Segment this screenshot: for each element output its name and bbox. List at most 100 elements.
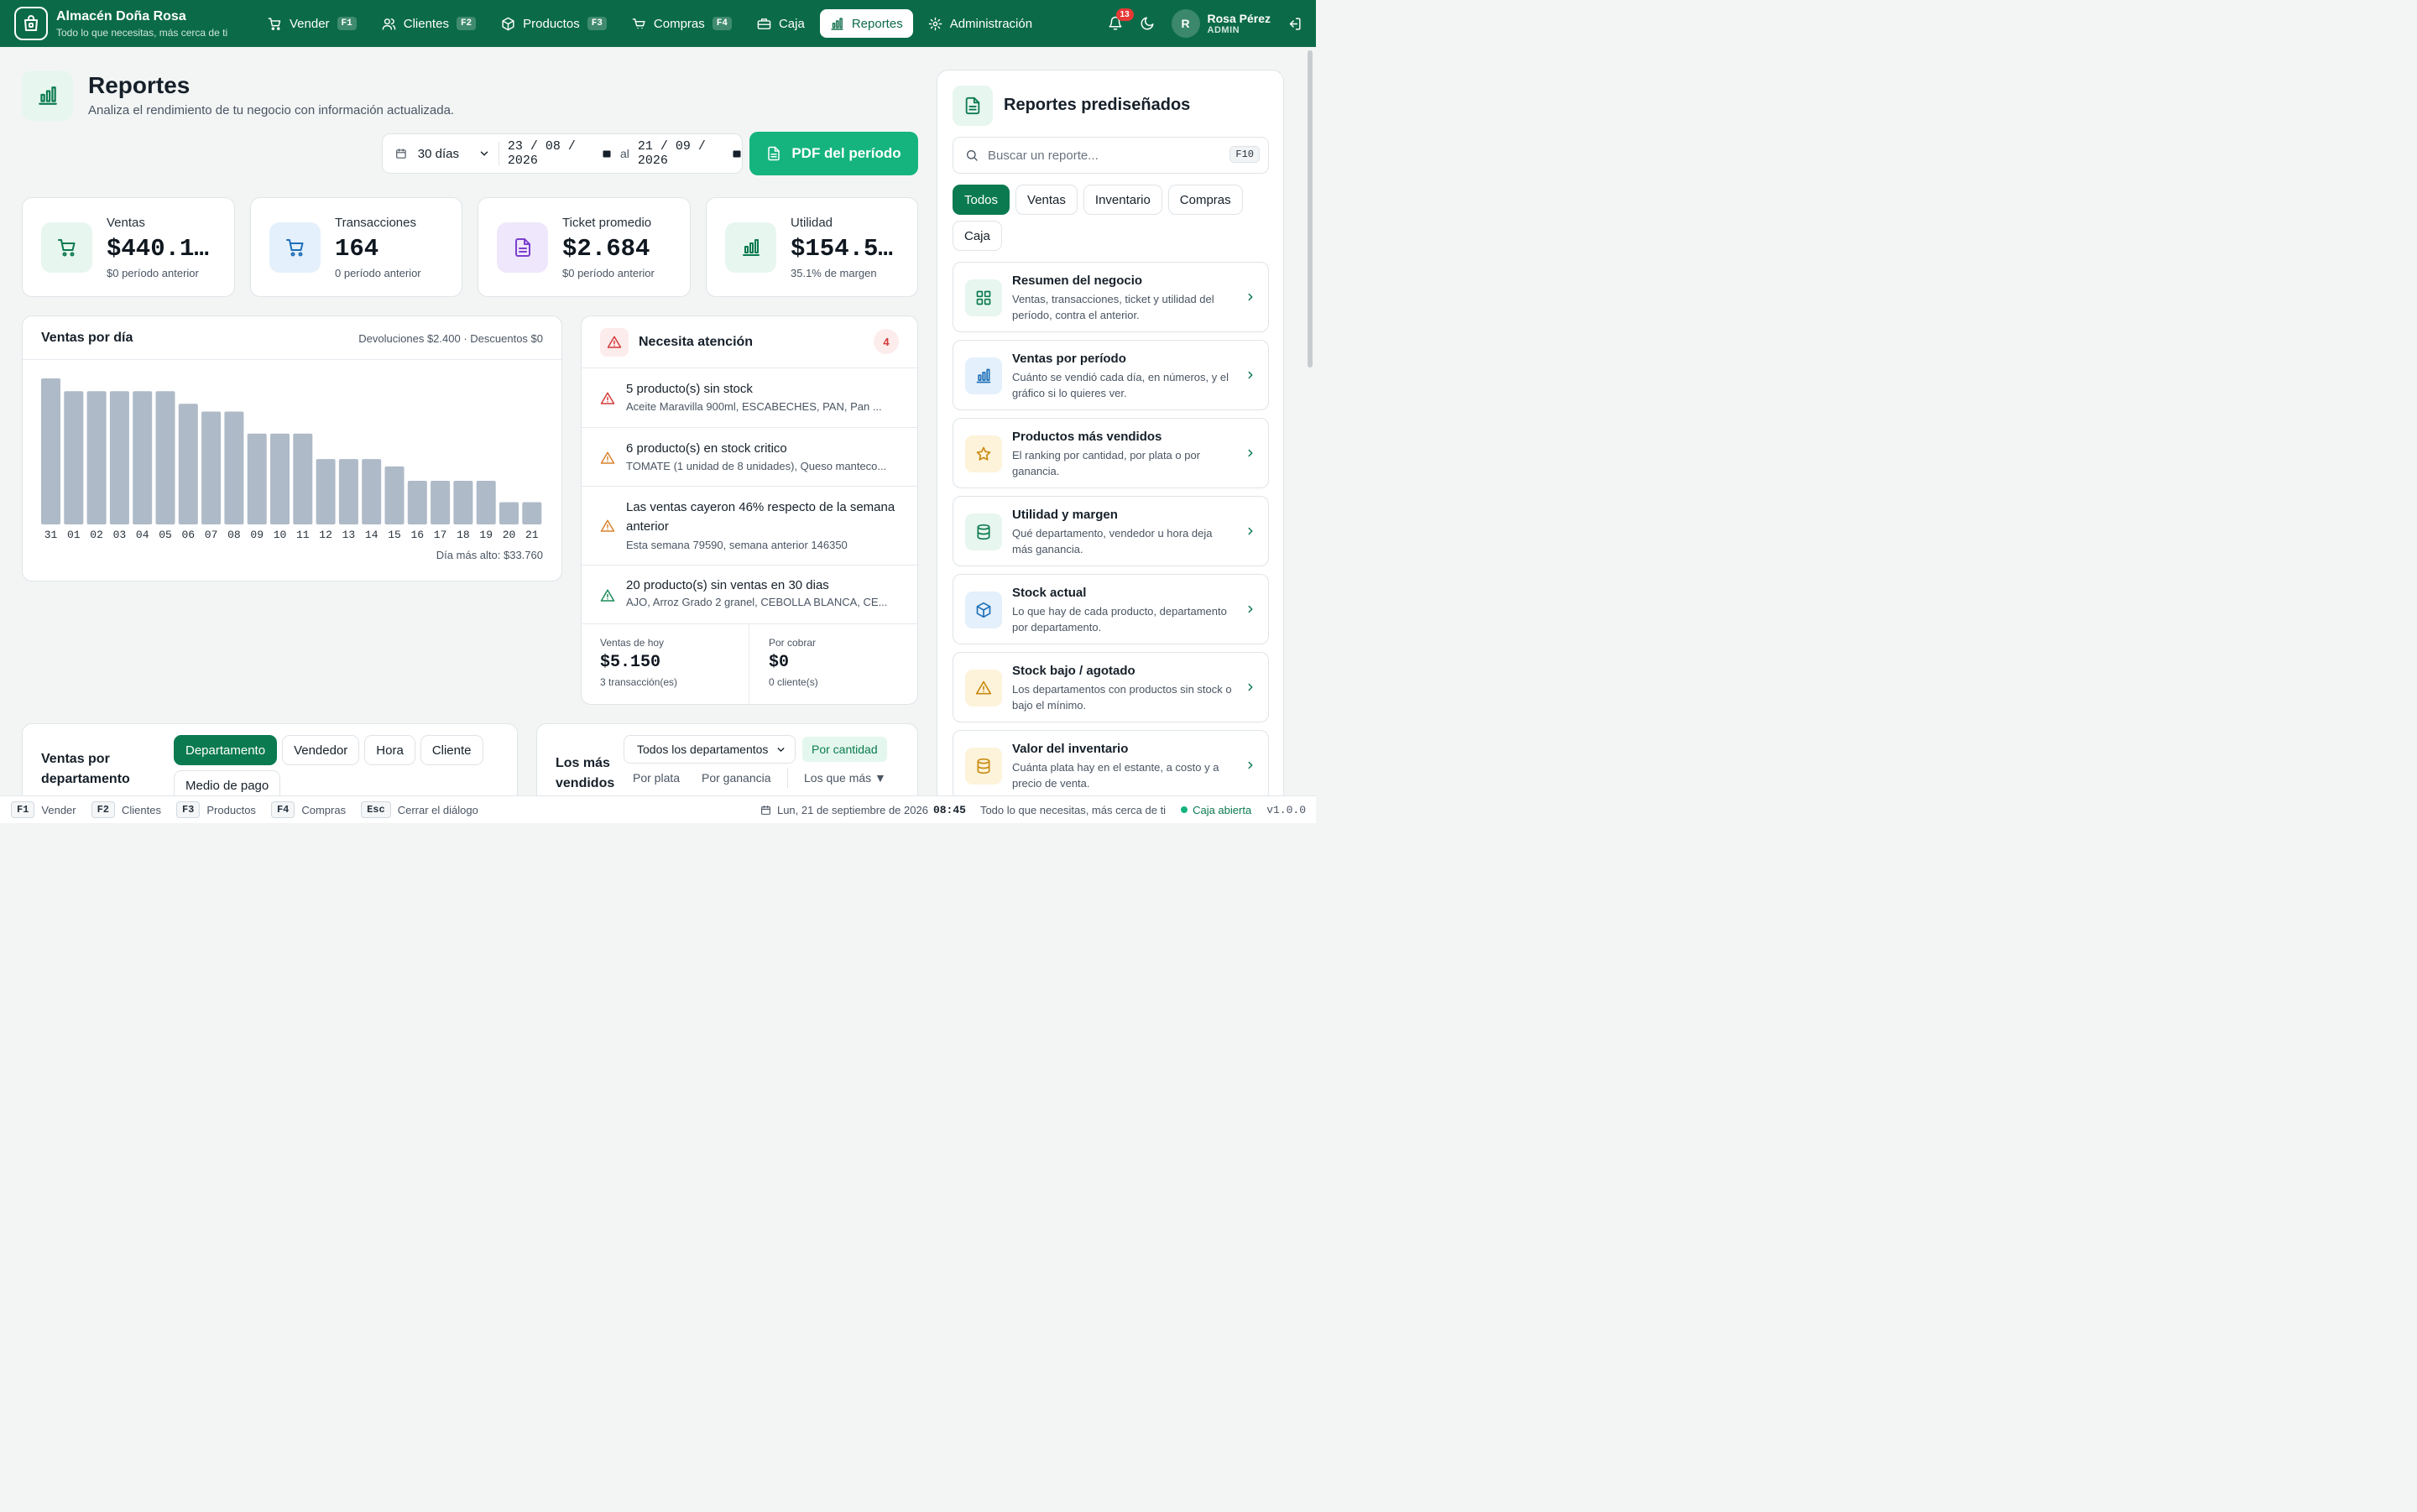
- stat-card-ticket-promedio[interactable]: Ticket promedio $2.684 $0 período anteri…: [478, 197, 691, 297]
- chart-bar[interactable]: [155, 391, 175, 524]
- bar-chart-icon: [38, 86, 57, 105]
- tab-hora[interactable]: Hora: [364, 735, 415, 765]
- report-title: Productos más vendidos: [1012, 430, 1162, 444]
- chart-bar[interactable]: [86, 391, 107, 524]
- notifications-button[interactable]: 13: [1108, 8, 1134, 31]
- sales-by-day-card: Ventas por día Devoluciones $2.400 · Des…: [22, 315, 562, 581]
- stat-card-transacciones[interactable]: Transacciones 164 0 período anterior: [250, 197, 462, 297]
- chart-bar[interactable]: [453, 480, 473, 524]
- status-time: 08:45: [932, 803, 966, 816]
- shortcut-hint[interactable]: F1 Vender: [11, 801, 76, 818]
- range-select[interactable]: 30 días: [418, 147, 490, 161]
- report-item[interactable]: Stock actual Lo que hay de cada producto…: [953, 574, 1269, 644]
- chart-bar[interactable]: [41, 378, 60, 524]
- x-tick-label: 21: [525, 529, 539, 541]
- chart-bar[interactable]: [476, 480, 496, 524]
- shortcut-key: F3: [175, 801, 201, 818]
- chart-bar[interactable]: [384, 466, 405, 524]
- report-item[interactable]: Productos más vendidos El ranking por ca…: [953, 418, 1269, 488]
- chart-bar[interactable]: [522, 502, 542, 524]
- user-info[interactable]: Rosa Pérez ADMIN: [1208, 12, 1271, 35]
- shortcut-key: F4: [270, 801, 295, 818]
- nav-label: Productos: [523, 16, 580, 31]
- chart-bar[interactable]: [224, 411, 244, 524]
- stat-value: $440.1…: [107, 235, 209, 263]
- attention-header: Necesita atención 4: [582, 316, 917, 368]
- chart-bar[interactable]: [407, 480, 427, 524]
- chart-bar[interactable]: [293, 433, 313, 524]
- chart-bar[interactable]: [247, 433, 267, 524]
- chart-bar[interactable]: [270, 433, 290, 524]
- department-select[interactable]: Todos los departamentos: [624, 735, 796, 764]
- attention-item[interactable]: Las ventas cayeron 46% respecto de la se…: [582, 487, 917, 566]
- date-to-input[interactable]: 21 / 09 / 2026: [638, 139, 742, 168]
- chart-bar[interactable]: [64, 391, 84, 524]
- chart-bar[interactable]: [178, 404, 198, 524]
- users-icon: [382, 18, 396, 30]
- filter-inventario[interactable]: Inventario: [1083, 185, 1162, 215]
- report-desc: Qué departamento, vendedor u hora deja m…: [1012, 527, 1213, 555]
- pdf-period-button[interactable]: PDF del período: [749, 132, 918, 175]
- tab-por-plata[interactable]: Por plata: [633, 771, 680, 785]
- chart-bar[interactable]: [431, 480, 451, 524]
- report-item[interactable]: Valor del inventario Cuánta plata hay en…: [953, 730, 1269, 800]
- stat-note: $0 período anterior: [107, 267, 199, 279]
- logout-button[interactable]: [1287, 17, 1302, 31]
- chevron-right-icon: [1248, 449, 1253, 457]
- brand[interactable]: Almacén Doña Rosa Todo lo que necesitas,…: [14, 7, 258, 40]
- attention-item[interactable]: 5 producto(s) sin stock Aceite Maravilla…: [582, 368, 917, 428]
- chart-bar[interactable]: [499, 502, 519, 524]
- stat-card-utilidad[interactable]: Utilidad $154.5… 35.1% de margen: [706, 197, 918, 297]
- filter-compras[interactable]: Compras: [1167, 185, 1243, 215]
- shortcut-hint[interactable]: F2 Clientes: [91, 801, 161, 818]
- star-icon: [965, 435, 1002, 472]
- nav-reportes[interactable]: Reportes: [819, 9, 913, 38]
- stat-card-ventas[interactable]: Ventas $440.1… $0 período anterior: [22, 197, 235, 297]
- chart-bar[interactable]: [133, 391, 153, 524]
- report-search-input[interactable]: Buscar un reporte... F10: [953, 137, 1269, 174]
- page-scrollbar[interactable]: [1308, 50, 1313, 368]
- stat-label: Utilidad: [791, 216, 833, 230]
- chevron-right-icon: [1248, 605, 1253, 613]
- filter-caja[interactable]: Caja: [953, 221, 1002, 251]
- attention-item[interactable]: 20 producto(s) sin ventas en 30 dias AJO…: [582, 566, 917, 624]
- dark-mode-toggle[interactable]: [1140, 16, 1155, 31]
- tab-cliente[interactable]: Cliente: [420, 735, 483, 765]
- department-select-value: Todos los departamentos: [637, 743, 769, 756]
- nav-compras[interactable]: Compras F4: [622, 9, 742, 38]
- date-from-input[interactable]: 23 / 08 / 2026: [508, 139, 612, 168]
- tab-departamento[interactable]: Departamento: [174, 735, 278, 765]
- shortcut-hint[interactable]: Esc Cerrar el diálogo: [361, 801, 478, 818]
- chart-bar[interactable]: [201, 411, 222, 524]
- report-desc: El ranking por cantidad, por plata o por…: [1012, 449, 1201, 477]
- report-item[interactable]: Ventas por período Cuánto se vendió cada…: [953, 340, 1269, 410]
- nav-productos[interactable]: Productos F3: [491, 9, 617, 38]
- shortcut-hint[interactable]: F4 Compras: [270, 801, 346, 818]
- stat-note: 0 período anterior: [335, 267, 421, 279]
- nav-administracion[interactable]: Administración: [918, 9, 1042, 38]
- attention-count-badge: 4: [874, 329, 899, 354]
- report-item[interactable]: Stock bajo / agotado Los departamentos c…: [953, 652, 1269, 722]
- nav-vender[interactable]: Vender F1: [258, 9, 367, 38]
- chart-meta: Devoluciones $2.400 · Descuentos $0: [358, 332, 543, 345]
- filter-todos[interactable]: Todos: [953, 185, 1010, 215]
- nav-caja[interactable]: Caja: [747, 9, 815, 38]
- shortcut-hint[interactable]: F3 Productos: [175, 801, 256, 818]
- chart-bar[interactable]: [362, 459, 382, 524]
- filter-ventas[interactable]: Ventas: [1015, 185, 1078, 215]
- nav-clientes[interactable]: Clientes F2: [372, 9, 486, 38]
- report-title: Ventas por período: [1012, 352, 1126, 366]
- sort-toggle[interactable]: Los que más ▼: [804, 771, 886, 785]
- chart-bar[interactable]: [109, 391, 129, 524]
- tab-por-cantidad[interactable]: Por cantidad: [802, 737, 887, 762]
- tab-por-ganancia[interactable]: Por ganancia: [702, 771, 771, 785]
- attention-item[interactable]: 6 producto(s) en stock critico TOMATE (1…: [582, 428, 917, 487]
- chart-bar[interactable]: [338, 459, 358, 524]
- app-version: v1.0.0: [1266, 803, 1306, 816]
- gear-icon: [928, 17, 942, 30]
- tab-vendedor[interactable]: Vendedor: [282, 735, 360, 765]
- avatar[interactable]: R: [1171, 9, 1200, 38]
- report-item[interactable]: Resumen del negocio Ventas, transaccione…: [953, 262, 1269, 332]
- report-item[interactable]: Utilidad y margen Qué departamento, vend…: [953, 496, 1269, 566]
- chart-bar[interactable]: [316, 459, 336, 524]
